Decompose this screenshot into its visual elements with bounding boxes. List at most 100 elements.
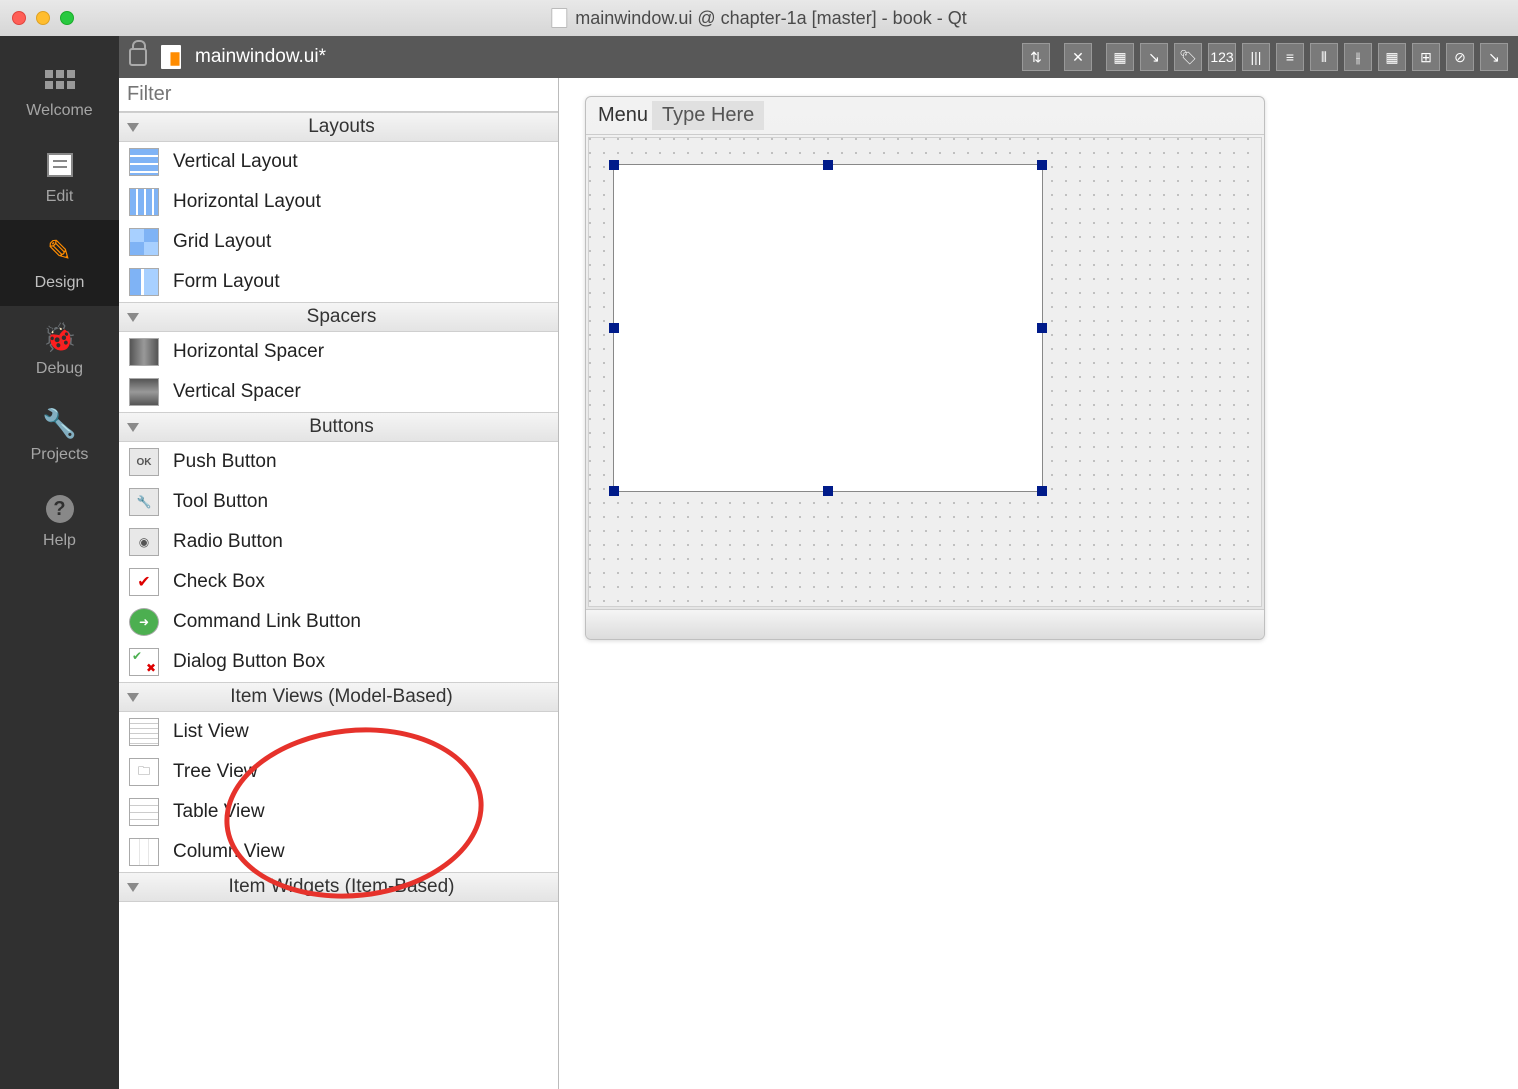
widget-grid-layout[interactable]: Grid Layout: [119, 222, 558, 262]
radio-button-icon: [129, 528, 159, 556]
layout-vert-icon[interactable]: ≡: [1276, 43, 1304, 71]
widget-vertical-spacer[interactable]: Vertical Spacer: [119, 372, 558, 412]
widget-tree-view[interactable]: Tree View: [119, 752, 558, 792]
edit-buddies-icon[interactable]: 🏷: [1174, 43, 1202, 71]
resize-handle[interactable]: [1037, 323, 1047, 333]
widget-horizontal-spacer[interactable]: Horizontal Spacer: [119, 332, 558, 372]
widget-label: Dialog Button Box: [173, 651, 325, 673]
layout-horiz-splitter-icon[interactable]: ⫴: [1310, 43, 1338, 71]
category-header-item-views[interactable]: Item Views (Model-Based): [119, 682, 558, 712]
titlebar: mainwindow.ui @ chapter-1a [master] - bo…: [0, 0, 1518, 36]
widget-list-view[interactable]: List View: [119, 712, 558, 752]
widget-label: Column View: [173, 841, 285, 863]
mode-welcome[interactable]: Welcome: [0, 48, 119, 134]
mode-help[interactable]: ? Help: [0, 478, 119, 564]
widget-push-button[interactable]: OKPush Button: [119, 442, 558, 482]
layout-horiz-icon[interactable]: |||: [1242, 43, 1270, 71]
disclosure-triangle-icon: [127, 883, 139, 892]
widget-label: Vertical Spacer: [173, 381, 301, 403]
widget-label: Radio Button: [173, 531, 283, 553]
list-view-icon: [129, 718, 159, 746]
resize-handle[interactable]: [1037, 160, 1047, 170]
lock-icon[interactable]: [129, 48, 147, 66]
mode-edit-label: Edit: [46, 188, 74, 206]
widget-table-view[interactable]: Table View: [119, 792, 558, 832]
resize-handle[interactable]: [609, 323, 619, 333]
zoom-window-button[interactable]: [60, 11, 74, 25]
category-header-layouts[interactable]: Layouts: [119, 112, 558, 142]
selected-widget[interactable]: [613, 164, 1043, 492]
vertical-spacer-icon: [129, 378, 159, 406]
category-title: Buttons: [149, 416, 558, 438]
close-icon[interactable]: ✕: [1064, 43, 1092, 71]
table-view-icon: [129, 798, 159, 826]
mode-design-label: Design: [35, 274, 85, 292]
layout-toolbar-group: ▦ ↘ 🏷 123 ||| ≡ ⫴ ⫲ ▦ ⊞ ⊘ ↘: [1106, 43, 1508, 71]
minimize-window-button[interactable]: [36, 11, 50, 25]
form-canvas-area[interactable]: Menu Type Here: [559, 78, 1518, 1089]
edit-widgets-icon[interactable]: ▦: [1106, 43, 1134, 71]
widget-label: Check Box: [173, 571, 265, 593]
widget-label: Table View: [173, 801, 265, 823]
break-layout-icon[interactable]: ⊘: [1446, 43, 1474, 71]
widget-label: Push Button: [173, 451, 277, 473]
menu-type-here[interactable]: Type Here: [652, 101, 764, 130]
layout-grid-icon[interactable]: ▦: [1378, 43, 1406, 71]
disclosure-triangle-icon: [127, 123, 139, 132]
mode-help-label: Help: [43, 532, 76, 550]
form-central-area[interactable]: [588, 137, 1262, 607]
edit-signals-icon[interactable]: ↘: [1140, 43, 1168, 71]
adjust-size-icon[interactable]: ↘: [1480, 43, 1508, 71]
filter-input[interactable]: [119, 78, 558, 112]
window-title-wrap: mainwindow.ui @ chapter-1a [master] - bo…: [551, 8, 966, 29]
category-title: Item Views (Model-Based): [149, 686, 558, 708]
column-view-icon: [129, 838, 159, 866]
widget-tool-button[interactable]: 🔧Tool Button: [119, 482, 558, 522]
mode-projects[interactable]: 🔧 Projects: [0, 392, 119, 478]
vertical-layout-icon: [129, 148, 159, 176]
widget-box-content[interactable]: Layouts Vertical Layout Horizontal Layou…: [119, 112, 558, 1089]
updown-icon[interactable]: ⇅: [1022, 43, 1050, 71]
window-title: mainwindow.ui @ chapter-1a [master] - bo…: [575, 8, 966, 29]
mode-projects-label: Projects: [31, 446, 89, 464]
question-icon: ?: [43, 492, 77, 526]
bug-icon: 🐞: [43, 320, 77, 354]
widget-check-box[interactable]: Check Box: [119, 562, 558, 602]
document-lines-icon: [43, 148, 77, 182]
category-header-spacers[interactable]: Spacers: [119, 302, 558, 332]
resize-handle[interactable]: [1037, 486, 1047, 496]
widget-label: List View: [173, 721, 249, 743]
resize-handle[interactable]: [823, 486, 833, 496]
layout-form-icon[interactable]: ⊞: [1412, 43, 1440, 71]
mode-design[interactable]: ✎ Design: [0, 220, 119, 306]
resize-handle[interactable]: [609, 160, 619, 170]
mode-debug[interactable]: 🐞 Debug: [0, 306, 119, 392]
category-title: Spacers: [149, 306, 558, 328]
category-header-item-widgets[interactable]: Item Widgets (Item-Based): [119, 872, 558, 902]
mode-edit[interactable]: Edit: [0, 134, 119, 220]
form-window[interactable]: Menu Type Here: [585, 96, 1265, 640]
widget-vertical-layout[interactable]: Vertical Layout: [119, 142, 558, 182]
widget-column-view[interactable]: Column View: [119, 832, 558, 872]
close-window-button[interactable]: [12, 11, 26, 25]
resize-handle[interactable]: [823, 160, 833, 170]
widget-box: Layouts Vertical Layout Horizontal Layou…: [119, 78, 559, 1089]
category-header-buttons[interactable]: Buttons: [119, 412, 558, 442]
widget-label: Vertical Layout: [173, 151, 298, 173]
widget-form-layout[interactable]: Form Layout: [119, 262, 558, 302]
tree-view-icon: [129, 758, 159, 786]
form-menubar[interactable]: Menu Type Here: [586, 97, 1264, 135]
widget-radio-button[interactable]: Radio Button: [119, 522, 558, 562]
widget-label: Tree View: [173, 761, 257, 783]
layout-vert-splitter-icon[interactable]: ⫲: [1344, 43, 1372, 71]
horizontal-spacer-icon: [129, 338, 159, 366]
menu-item[interactable]: Menu: [598, 104, 648, 127]
disclosure-triangle-icon: [127, 313, 139, 322]
widget-horizontal-layout[interactable]: Horizontal Layout: [119, 182, 558, 222]
widget-command-link-button[interactable]: Command Link Button: [119, 602, 558, 642]
document-icon: [551, 8, 567, 28]
resize-handle[interactable]: [609, 486, 619, 496]
edit-taborder-icon[interactable]: 123: [1208, 43, 1236, 71]
widget-label: Grid Layout: [173, 231, 271, 253]
widget-dialog-button-box[interactable]: Dialog Button Box: [119, 642, 558, 682]
